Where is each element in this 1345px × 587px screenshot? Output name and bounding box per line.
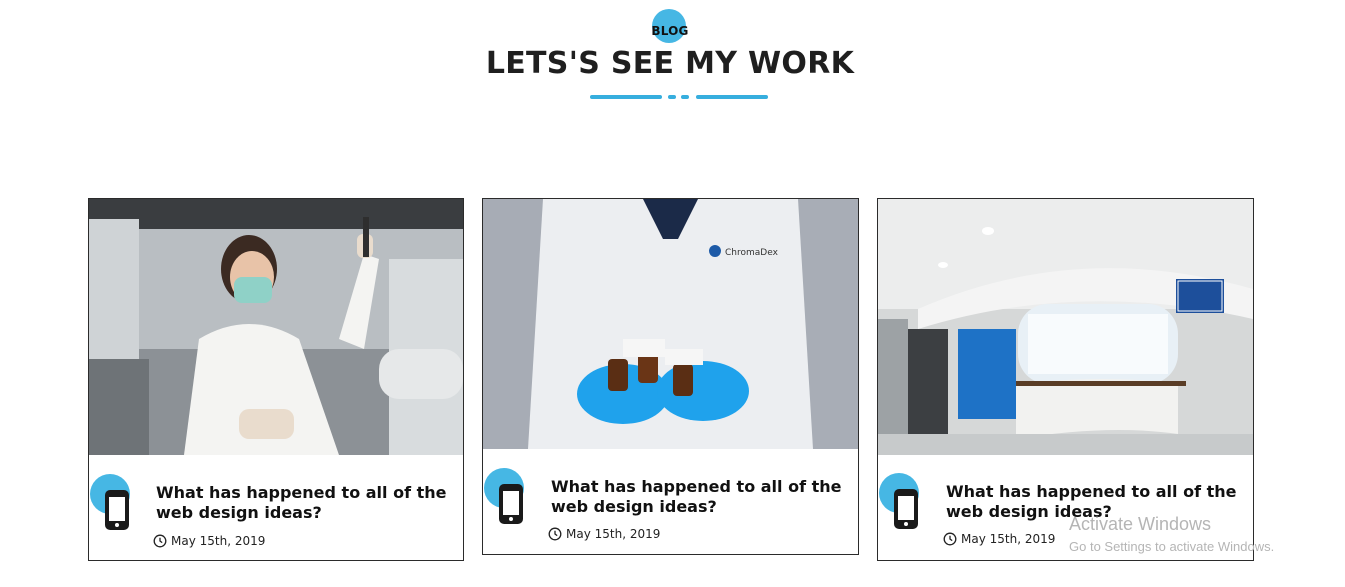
- blog-card-date-text: May 15th, 2019: [171, 534, 266, 548]
- blog-card-date: May 15th, 2019: [943, 532, 1055, 546]
- blog-card-image-medicine-bottles[interactable]: ChromaDex: [483, 199, 858, 449]
- blog-label: BLOG: [651, 24, 689, 38]
- smartphone-icon: [105, 490, 129, 530]
- blog-card-date-text: May 15th, 2019: [961, 532, 1056, 546]
- title-divider-dot: [681, 95, 689, 99]
- watermark-line-2: Go to Settings to activate Windows.: [1069, 539, 1275, 554]
- blog-card-image-hospital-reception[interactable]: [878, 199, 1253, 455]
- blog-card[interactable]: What has happened to all of the web desi…: [877, 198, 1254, 561]
- smartphone-icon: [499, 484, 523, 524]
- svg-text:ChromaDex: ChromaDex: [725, 248, 779, 258]
- blog-card-date: May 15th, 2019: [153, 534, 265, 548]
- section-header: BLOG LETS'S SEE MY WORK: [0, 0, 1345, 110]
- page-title: LETS'S SEE MY WORK: [485, 46, 855, 81]
- clock-icon: [943, 532, 957, 546]
- blog-card-title[interactable]: What has happened to all of the web desi…: [156, 483, 451, 523]
- blog-card-date: May 15th, 2019: [548, 527, 660, 541]
- smartphone-icon: [894, 489, 918, 529]
- blog-card-date-text: May 15th, 2019: [566, 527, 661, 541]
- title-divider-right: [696, 95, 768, 99]
- blog-card[interactable]: What has happened to all of the web desi…: [88, 198, 464, 561]
- blog-card-title[interactable]: What has happened to all of the web desi…: [551, 477, 846, 517]
- blog-card[interactable]: ChromaDex What has happened to all of th…: [482, 198, 859, 555]
- blog-card-image-lab-scientist[interactable]: [89, 199, 463, 455]
- watermark-line-1: Activate Windows: [1069, 514, 1212, 534]
- title-divider-left: [590, 95, 662, 99]
- clock-icon: [548, 527, 562, 541]
- clock-icon: [153, 534, 167, 548]
- activate-windows-watermark: Activate Windows Go to Settings to activ…: [1069, 514, 1274, 554]
- title-divider-dot: [668, 95, 676, 99]
